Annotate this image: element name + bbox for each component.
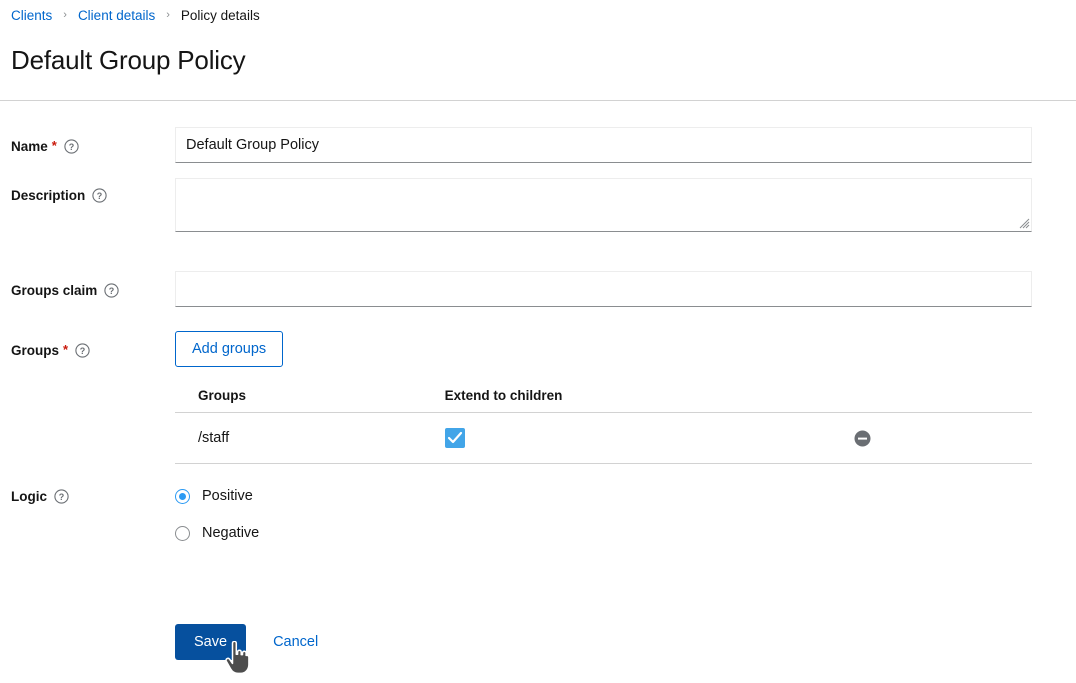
- column-header-extend-to-children: Extend to children: [444, 388, 694, 413]
- groups-claim-input[interactable]: [175, 271, 1032, 307]
- label-description: Description ?: [11, 187, 107, 204]
- breadcrumb-item-clients[interactable]: Clients: [11, 7, 52, 24]
- add-groups-button[interactable]: Add groups: [175, 331, 284, 367]
- cell-group-name: /staff: [175, 412, 445, 464]
- required-asterisk: *: [63, 341, 69, 357]
- description-control: [175, 178, 1032, 232]
- svg-text:?: ?: [80, 346, 86, 356]
- svg-text:?: ?: [59, 492, 65, 502]
- svg-text:?: ?: [97, 191, 103, 201]
- name-control: [175, 127, 1032, 163]
- radio-option-positive[interactable]: Positive: [175, 486, 259, 506]
- label-groups-text: Groups: [11, 343, 60, 358]
- groups-control: Add groups Groups Extend to children /st…: [175, 331, 1032, 464]
- label-groups-claim-text: Groups claim: [11, 283, 98, 298]
- cell-remove-action: [693, 412, 1032, 464]
- header-divider: [0, 100, 1076, 101]
- page-title: Default Group Policy: [11, 45, 246, 75]
- svg-text:?: ?: [69, 142, 75, 152]
- logic-control: Positive Negative: [175, 486, 259, 560]
- save-button[interactable]: Save: [175, 624, 247, 660]
- help-icon[interactable]: ?: [54, 489, 69, 504]
- table-row: /staff: [175, 412, 1032, 464]
- label-groups-claim: Groups claim ?: [11, 282, 119, 299]
- label-groups: Groups * ?: [11, 342, 90, 359]
- breadcrumb-item-policy-details: Policy details: [180, 8, 260, 23]
- table-header-row: Groups Extend to children: [175, 388, 1032, 413]
- radio-positive-label[interactable]: Positive: [202, 486, 253, 506]
- label-name-text: Name: [11, 139, 48, 154]
- breadcrumb: Clients › Client details › Policy detail…: [11, 7, 260, 24]
- svg-text:?: ?: [109, 286, 115, 296]
- help-icon[interactable]: ?: [64, 139, 79, 154]
- required-asterisk: *: [51, 137, 57, 153]
- column-header-groups: Groups: [175, 388, 445, 413]
- radio-negative-input[interactable]: [175, 525, 190, 541]
- label-description-text: Description: [11, 188, 86, 203]
- radio-negative-label[interactable]: Negative: [202, 523, 259, 543]
- help-icon[interactable]: ?: [104, 283, 119, 298]
- groups-claim-control: [175, 271, 1032, 307]
- label-logic-text: Logic: [11, 489, 47, 504]
- description-textarea[interactable]: [175, 178, 1032, 232]
- cancel-button[interactable]: Cancel: [273, 634, 318, 650]
- form-actions: Save Cancel: [175, 624, 318, 660]
- breadcrumb-item-client-details[interactable]: Client details: [78, 7, 155, 24]
- help-icon[interactable]: ?: [92, 188, 107, 203]
- breadcrumb-separator-icon: ›: [166, 9, 170, 21]
- help-icon[interactable]: ?: [75, 343, 90, 358]
- groups-table: Groups Extend to children /staff: [175, 388, 1032, 464]
- extend-to-children-checkbox[interactable]: [444, 428, 465, 448]
- radio-positive-input[interactable]: [175, 488, 190, 504]
- column-header-actions: [693, 388, 1032, 413]
- radio-option-negative[interactable]: Negative: [175, 523, 259, 543]
- cell-extend-to-children: [444, 412, 694, 464]
- label-logic: Logic ?: [11, 488, 69, 505]
- remove-group-icon[interactable]: [854, 430, 871, 447]
- breadcrumb-separator-icon: ›: [63, 9, 67, 21]
- check-icon: [447, 431, 462, 444]
- name-input[interactable]: [175, 127, 1032, 163]
- label-name: Name * ?: [11, 138, 79, 155]
